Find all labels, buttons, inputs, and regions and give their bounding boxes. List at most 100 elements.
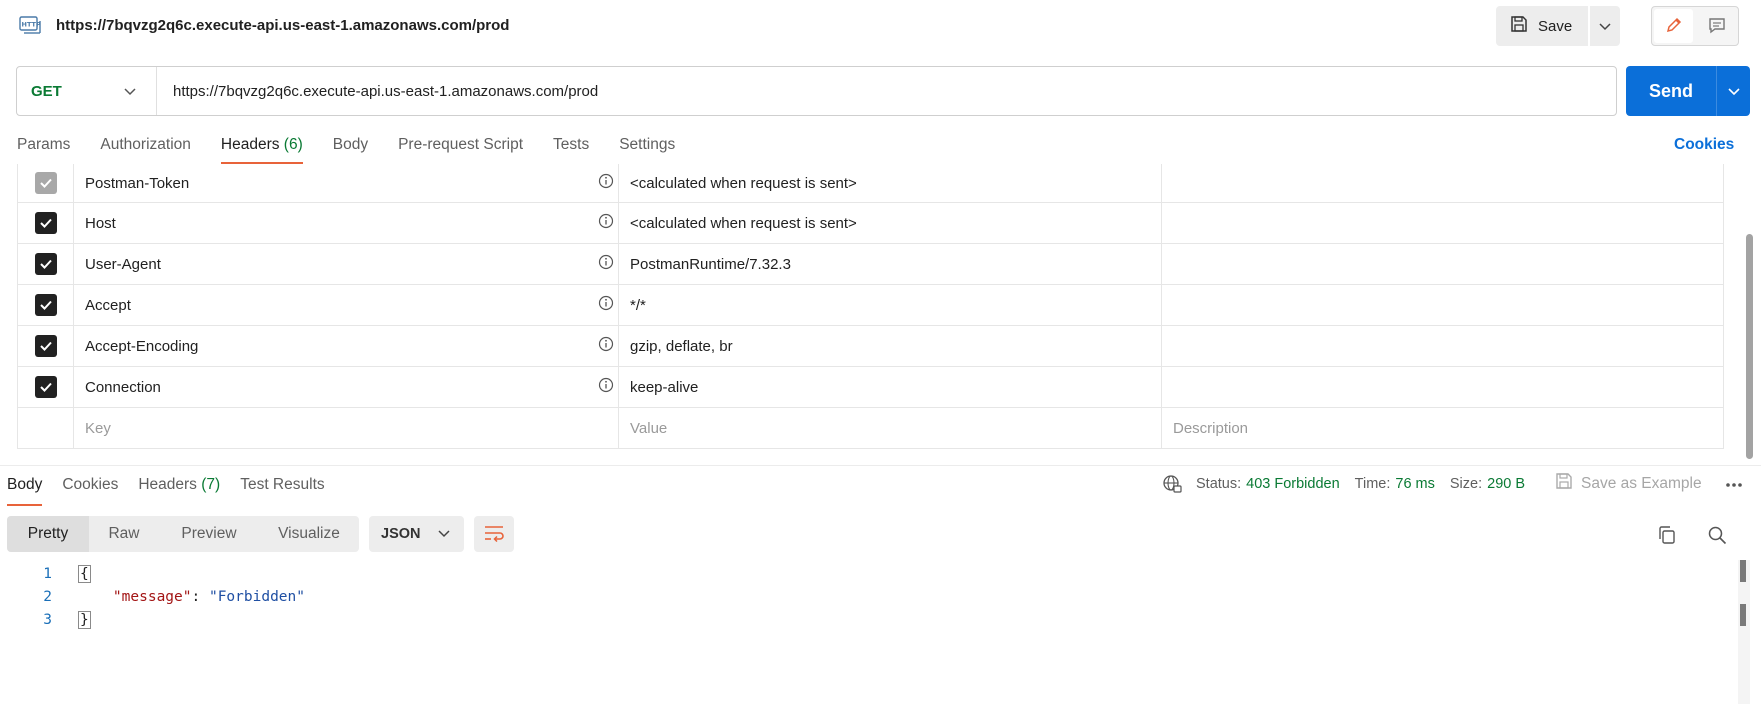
headers-table: Postman-Token <calculated when request i… [17, 164, 1724, 449]
tab-settings[interactable]: Settings [619, 128, 675, 164]
comment-icon [1708, 16, 1726, 37]
save-button[interactable]: Save [1496, 6, 1588, 46]
wrap-lines-icon [483, 524, 505, 545]
headers-scrollbar[interactable] [1743, 164, 1755, 464]
request-bar: GET [16, 66, 1617, 116]
tab-headers[interactable]: Headers (6) [220, 128, 303, 164]
format-visualize[interactable]: Visualize [259, 516, 359, 552]
open-brace: { [78, 564, 91, 583]
line-number: 1 [43, 565, 52, 582]
table-row: Postman-Token <calculated when request i… [18, 164, 1723, 202]
editor-scrollbar[interactable] [1738, 560, 1750, 704]
save-as-example-label: Save as Example [1581, 474, 1702, 492]
chevron-down-icon [1727, 83, 1740, 99]
header-value: */* [630, 296, 646, 314]
comments-button[interactable] [1695, 7, 1738, 45]
header-checkbox[interactable] [34, 253, 57, 275]
header-key: Host [85, 214, 116, 232]
table-row: User-Agent PostmanRuntime/7.32.3 [18, 243, 1723, 284]
view-mode-toggle [1651, 6, 1739, 46]
response-status-bar: Status: 403 Forbidden Time: 76 ms Size: … [1162, 474, 1540, 494]
header-description[interactable] [1162, 244, 1723, 284]
info-icon[interactable] [598, 295, 614, 315]
header-value: <calculated when request is sent> [630, 174, 857, 192]
header-value: keep-alive [630, 378, 699, 396]
header-key: Connection [85, 378, 161, 396]
cookies-link[interactable]: Cookies [1674, 136, 1734, 154]
new-header-value-input[interactable]: Value [619, 408, 1162, 448]
size-value[interactable]: 290 B [1487, 476, 1525, 492]
tab-body[interactable]: Body [333, 128, 368, 164]
header-description[interactable] [1162, 164, 1723, 202]
header-value: <calculated when request is sent> [630, 214, 857, 232]
tab-tests[interactable]: Tests [553, 128, 589, 164]
code-line: 2 "message": "Forbidden" [0, 585, 1720, 608]
header-value: gzip, deflate, br [630, 337, 733, 355]
send-button[interactable]: Send [1626, 66, 1716, 116]
header-description[interactable] [1162, 285, 1723, 325]
request-title[interactable]: https://7bqvzg2q6c.execute-api.us-east-1… [56, 17, 509, 34]
chevron-down-icon [1599, 18, 1611, 34]
info-icon[interactable] [598, 213, 614, 233]
search-icon[interactable] [1707, 525, 1727, 548]
line-number: 2 [43, 588, 52, 605]
tab-authorization[interactable]: Authorization [100, 128, 190, 164]
tab-params[interactable]: Params [17, 128, 70, 164]
size-label: Size: [1449, 476, 1483, 492]
tab-pre-request-script[interactable]: Pre-request Script [398, 128, 523, 164]
new-header-description-input[interactable]: Description [1162, 408, 1723, 448]
copy-icon[interactable] [1657, 525, 1677, 548]
header-checkbox[interactable] [34, 294, 57, 316]
header-description[interactable] [1162, 367, 1723, 407]
header-checkbox[interactable] [34, 335, 57, 357]
response-body-editor[interactable]: 1 { 2 "message": "Forbidden" 3 } [0, 562, 1720, 631]
wrap-lines-button[interactable] [474, 516, 514, 552]
response-tab-test-results[interactable]: Test Results [240, 472, 324, 506]
more-options-icon[interactable] [1724, 477, 1744, 493]
save-as-example-button[interactable]: Save as Example [1555, 472, 1702, 495]
chevron-down-icon [438, 526, 450, 542]
format-raw[interactable]: Raw [89, 516, 159, 552]
header-key: Postman-Token [85, 174, 190, 192]
format-pretty[interactable]: Pretty [7, 516, 89, 552]
status-value[interactable]: 403 Forbidden [1246, 476, 1340, 492]
save-options-button[interactable] [1590, 6, 1620, 46]
request-tabs: Params Authorization Headers (6) Body Pr… [17, 128, 705, 164]
new-header-key-input[interactable]: Key [74, 408, 619, 448]
table-row: Accept */* [18, 284, 1723, 325]
response-tab-cookies[interactable]: Cookies [62, 472, 118, 506]
format-preview[interactable]: Preview [159, 516, 259, 552]
url-input[interactable] [157, 67, 1616, 115]
edit-mode-button[interactable] [1654, 9, 1693, 43]
response-tab-body[interactable]: Body [7, 472, 43, 506]
scroll-marker [1740, 560, 1746, 582]
format-selector: Pretty Raw Preview Visualize [7, 516, 359, 552]
header-description[interactable] [1162, 326, 1723, 366]
language-label: JSON [381, 526, 421, 542]
info-icon[interactable] [598, 254, 614, 274]
info-icon[interactable] [598, 336, 614, 356]
language-select[interactable]: JSON [369, 516, 464, 552]
time-label: Time: [1354, 476, 1391, 492]
close-brace: } [78, 610, 91, 629]
new-header-row: Key Value Description [18, 407, 1723, 448]
json-key: "message" [112, 588, 192, 605]
header-checkbox[interactable] [34, 212, 57, 234]
time-value[interactable]: 76 ms [1395, 476, 1435, 492]
method-select[interactable]: GET [17, 67, 157, 115]
code-line: 1 { [0, 562, 1720, 585]
info-icon[interactable] [598, 173, 614, 193]
title-bar: HTTP https://7bqvzg2q6c.execute-api.us-e… [0, 0, 1761, 52]
info-icon[interactable] [598, 377, 614, 397]
header-checkbox[interactable] [34, 376, 57, 398]
header-description[interactable] [1162, 203, 1723, 243]
save-icon [1555, 472, 1573, 495]
globe-icon[interactable] [1162, 474, 1182, 494]
pane-divider[interactable] [0, 465, 1761, 466]
json-separator: : [191, 588, 209, 605]
code-line: 3 } [0, 608, 1720, 631]
scrollbar-thumb[interactable] [1746, 234, 1753, 459]
header-checkbox[interactable] [34, 172, 57, 194]
response-tab-headers[interactable]: Headers (7) [138, 472, 220, 506]
send-options-button[interactable] [1716, 66, 1750, 116]
